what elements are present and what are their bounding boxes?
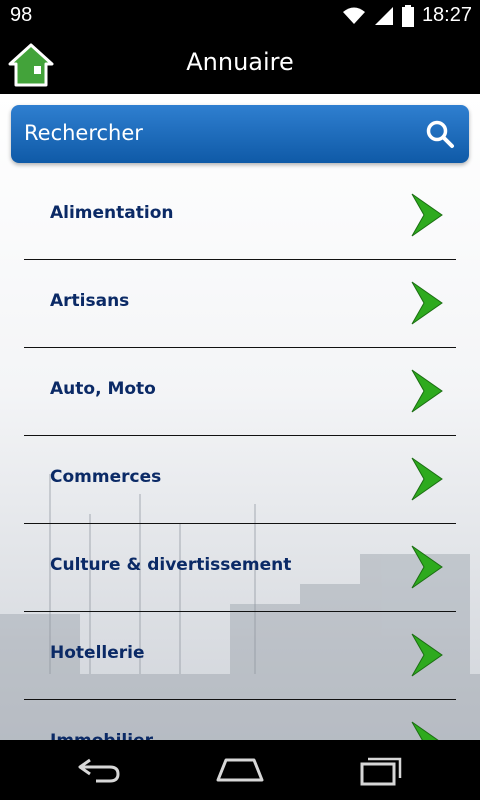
- wifi-icon: [342, 7, 365, 24]
- signal-icon: [374, 6, 393, 25]
- chevron-right-icon: [411, 281, 443, 325]
- page-title: Annuaire: [186, 48, 294, 76]
- list-item[interactable]: Auto, Moto: [24, 348, 456, 436]
- main-content: Rechercher Alimentation Artisans Auto, M…: [0, 94, 480, 740]
- recent-apps-icon[interactable]: [356, 754, 406, 786]
- chevron-right-icon: [411, 545, 443, 589]
- battery-icon: [401, 4, 414, 27]
- list-item[interactable]: Alimentation: [24, 172, 456, 260]
- chevron-right-icon: [411, 633, 443, 677]
- list-item-label: Culture & divertissement: [50, 555, 292, 575]
- chevron-right-icon: [411, 369, 443, 413]
- list-item[interactable]: Hotellerie: [24, 612, 456, 700]
- chevron-right-icon: [411, 457, 443, 501]
- chevron-right-icon: [411, 193, 443, 237]
- list-item[interactable]: Commerces: [24, 436, 456, 524]
- notification-count: 98: [10, 4, 33, 26]
- list-item-label: Alimentation: [50, 203, 174, 223]
- search-icon[interactable]: [425, 119, 455, 149]
- list-item[interactable]: Immobilier: [24, 700, 456, 740]
- status-bar: 98 18:27: [0, 0, 480, 32]
- back-icon[interactable]: [74, 754, 124, 786]
- home-icon[interactable]: [215, 754, 265, 786]
- list-item-label: Artisans: [50, 291, 130, 311]
- list-item-label: Immobilier: [50, 731, 153, 740]
- chevron-right-icon: [411, 721, 439, 740]
- list-item[interactable]: Culture & divertissement: [24, 524, 456, 612]
- search-label: Rechercher: [24, 121, 143, 145]
- category-list: Alimentation Artisans Auto, Moto Commerc…: [24, 172, 456, 740]
- search-bar[interactable]: Rechercher: [11, 105, 469, 163]
- list-item-label: Auto, Moto: [50, 379, 156, 399]
- navigation-bar: [0, 740, 480, 800]
- status-time: 18:27: [421, 4, 472, 26]
- list-item-label: Hotellerie: [50, 643, 145, 663]
- list-item-label: Commerces: [50, 467, 162, 487]
- list-item[interactable]: Artisans: [24, 260, 456, 348]
